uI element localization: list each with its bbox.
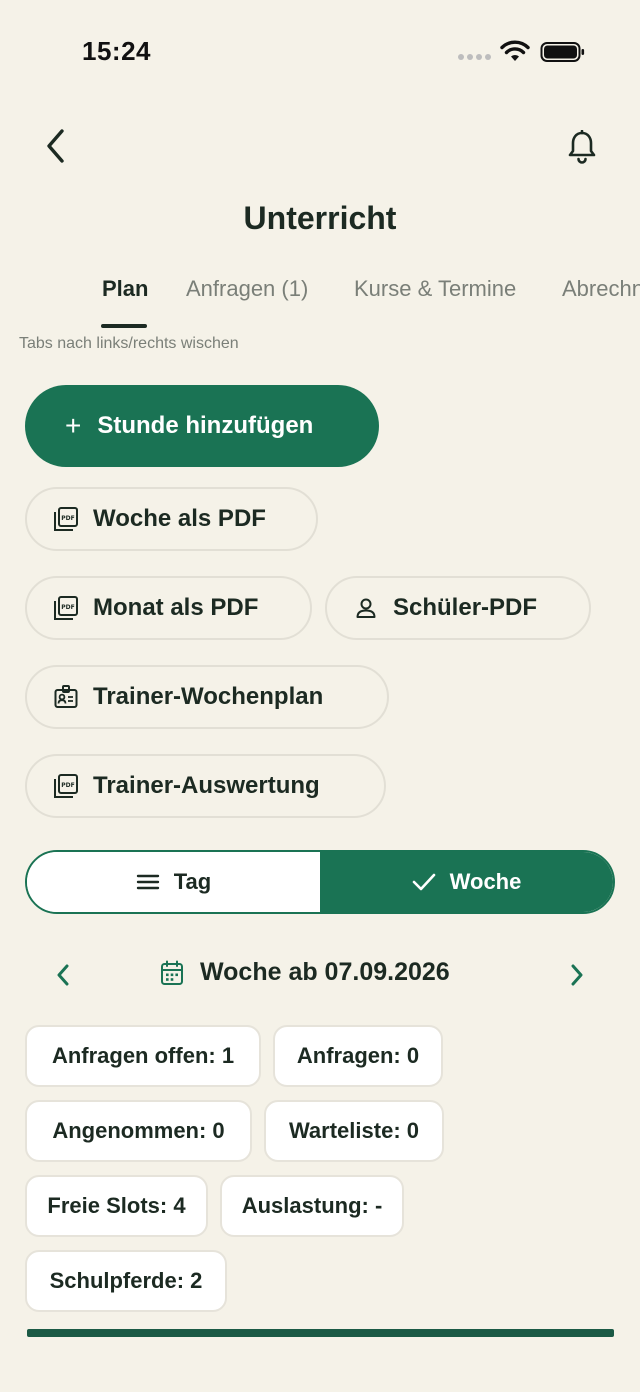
bell-icon xyxy=(568,130,596,164)
person-icon xyxy=(353,595,379,621)
calendar-icon xyxy=(160,960,184,986)
view-day-label: Tag xyxy=(173,869,212,894)
add-lesson-label: Stunde hinzufügen xyxy=(97,412,314,439)
week-pdf-button[interactable]: PDF Woche als PDF xyxy=(25,487,318,551)
notifications-button[interactable] xyxy=(562,126,602,168)
tabs-hint: Tabs nach links/rechts wischen xyxy=(19,335,239,352)
stat-chip-utilization: Auslastung: - xyxy=(220,1175,404,1237)
month-pdf-button[interactable]: PDF Monat als PDF xyxy=(25,576,312,640)
week-navigation: Woche ab 07.09.2026 xyxy=(0,950,640,1000)
svg-text:PDF: PDF xyxy=(61,782,74,789)
stat-chip-waitlist: Warteliste: 0 xyxy=(264,1100,444,1162)
battery-icon xyxy=(540,42,585,62)
add-lesson-button[interactable]: + Stunde hinzufügen xyxy=(25,385,379,467)
tab-kurse-termine[interactable]: Kurse & Termine xyxy=(354,276,516,302)
back-button[interactable] xyxy=(36,126,76,166)
stat-chip-free-slots: Freie Slots: 4 xyxy=(25,1175,208,1237)
next-week-button[interactable] xyxy=(562,960,592,990)
week-pdf-label: Woche als PDF xyxy=(93,505,266,532)
pdf-icon: PDF xyxy=(53,773,79,799)
student-pdf-button[interactable]: Schüler-PDF xyxy=(325,576,591,640)
badge-icon xyxy=(53,684,79,710)
stat-chip-school-horses: Schulpferde: 2 xyxy=(25,1250,227,1312)
content-divider xyxy=(27,1329,614,1337)
view-day-button[interactable]: Tag xyxy=(27,852,320,912)
trainer-weekplan-button[interactable]: Trainer-Wochenplan xyxy=(25,665,389,729)
checkmark-icon xyxy=(412,872,436,892)
pdf-icon: PDF xyxy=(53,595,79,621)
stat-chip-accepted: Angenommen: 0 xyxy=(25,1100,252,1162)
stat-chip-open-requests: Anfragen offen: 1 xyxy=(25,1025,261,1087)
page-title: Unterricht xyxy=(243,200,397,236)
previous-week-button[interactable] xyxy=(48,960,78,990)
month-pdf-label: Monat als PDF xyxy=(93,594,259,621)
status-time: 15:24 xyxy=(82,36,151,66)
week-label: Woche ab 07.09.2026 xyxy=(160,958,450,987)
trainer-evaluation-button[interactable]: PDF Trainer-Auswertung xyxy=(25,754,386,818)
chevron-left-icon xyxy=(47,129,64,163)
active-tab-indicator xyxy=(101,324,147,328)
svg-text:PDF: PDF xyxy=(61,604,74,611)
chevron-left-icon xyxy=(57,964,69,986)
status-bar: 15:24 xyxy=(0,0,640,100)
stat-chip-requests: Anfragen: 0 xyxy=(273,1025,443,1087)
cellular-signal-icon xyxy=(458,54,492,62)
plus-icon: + xyxy=(65,410,82,441)
view-week-button[interactable]: Woche xyxy=(320,852,613,912)
student-pdf-label: Schüler-PDF xyxy=(393,594,538,621)
pdf-icon: PDF xyxy=(53,506,79,532)
view-week-label: Woche xyxy=(449,869,522,894)
tab-plan[interactable]: Plan xyxy=(102,276,148,302)
svg-text:PDF: PDF xyxy=(61,515,74,522)
list-icon xyxy=(136,873,160,891)
tab-anfragen[interactable]: Anfragen (1) xyxy=(186,276,308,302)
week-label-text: Woche ab 07.09.2026 xyxy=(200,958,450,986)
wifi-icon xyxy=(500,40,530,61)
tab-bar: Plan Anfragen (1) Kurse & Termine Abrech… xyxy=(0,268,640,332)
view-toggle: Tag Woche xyxy=(25,850,615,914)
chevron-right-icon xyxy=(571,964,583,986)
tab-abrechnung[interactable]: Abrechnung xyxy=(562,276,640,302)
trainer-weekplan-label: Trainer-Wochenplan xyxy=(93,683,324,710)
trainer-evaluation-label: Trainer-Auswertung xyxy=(93,772,320,799)
